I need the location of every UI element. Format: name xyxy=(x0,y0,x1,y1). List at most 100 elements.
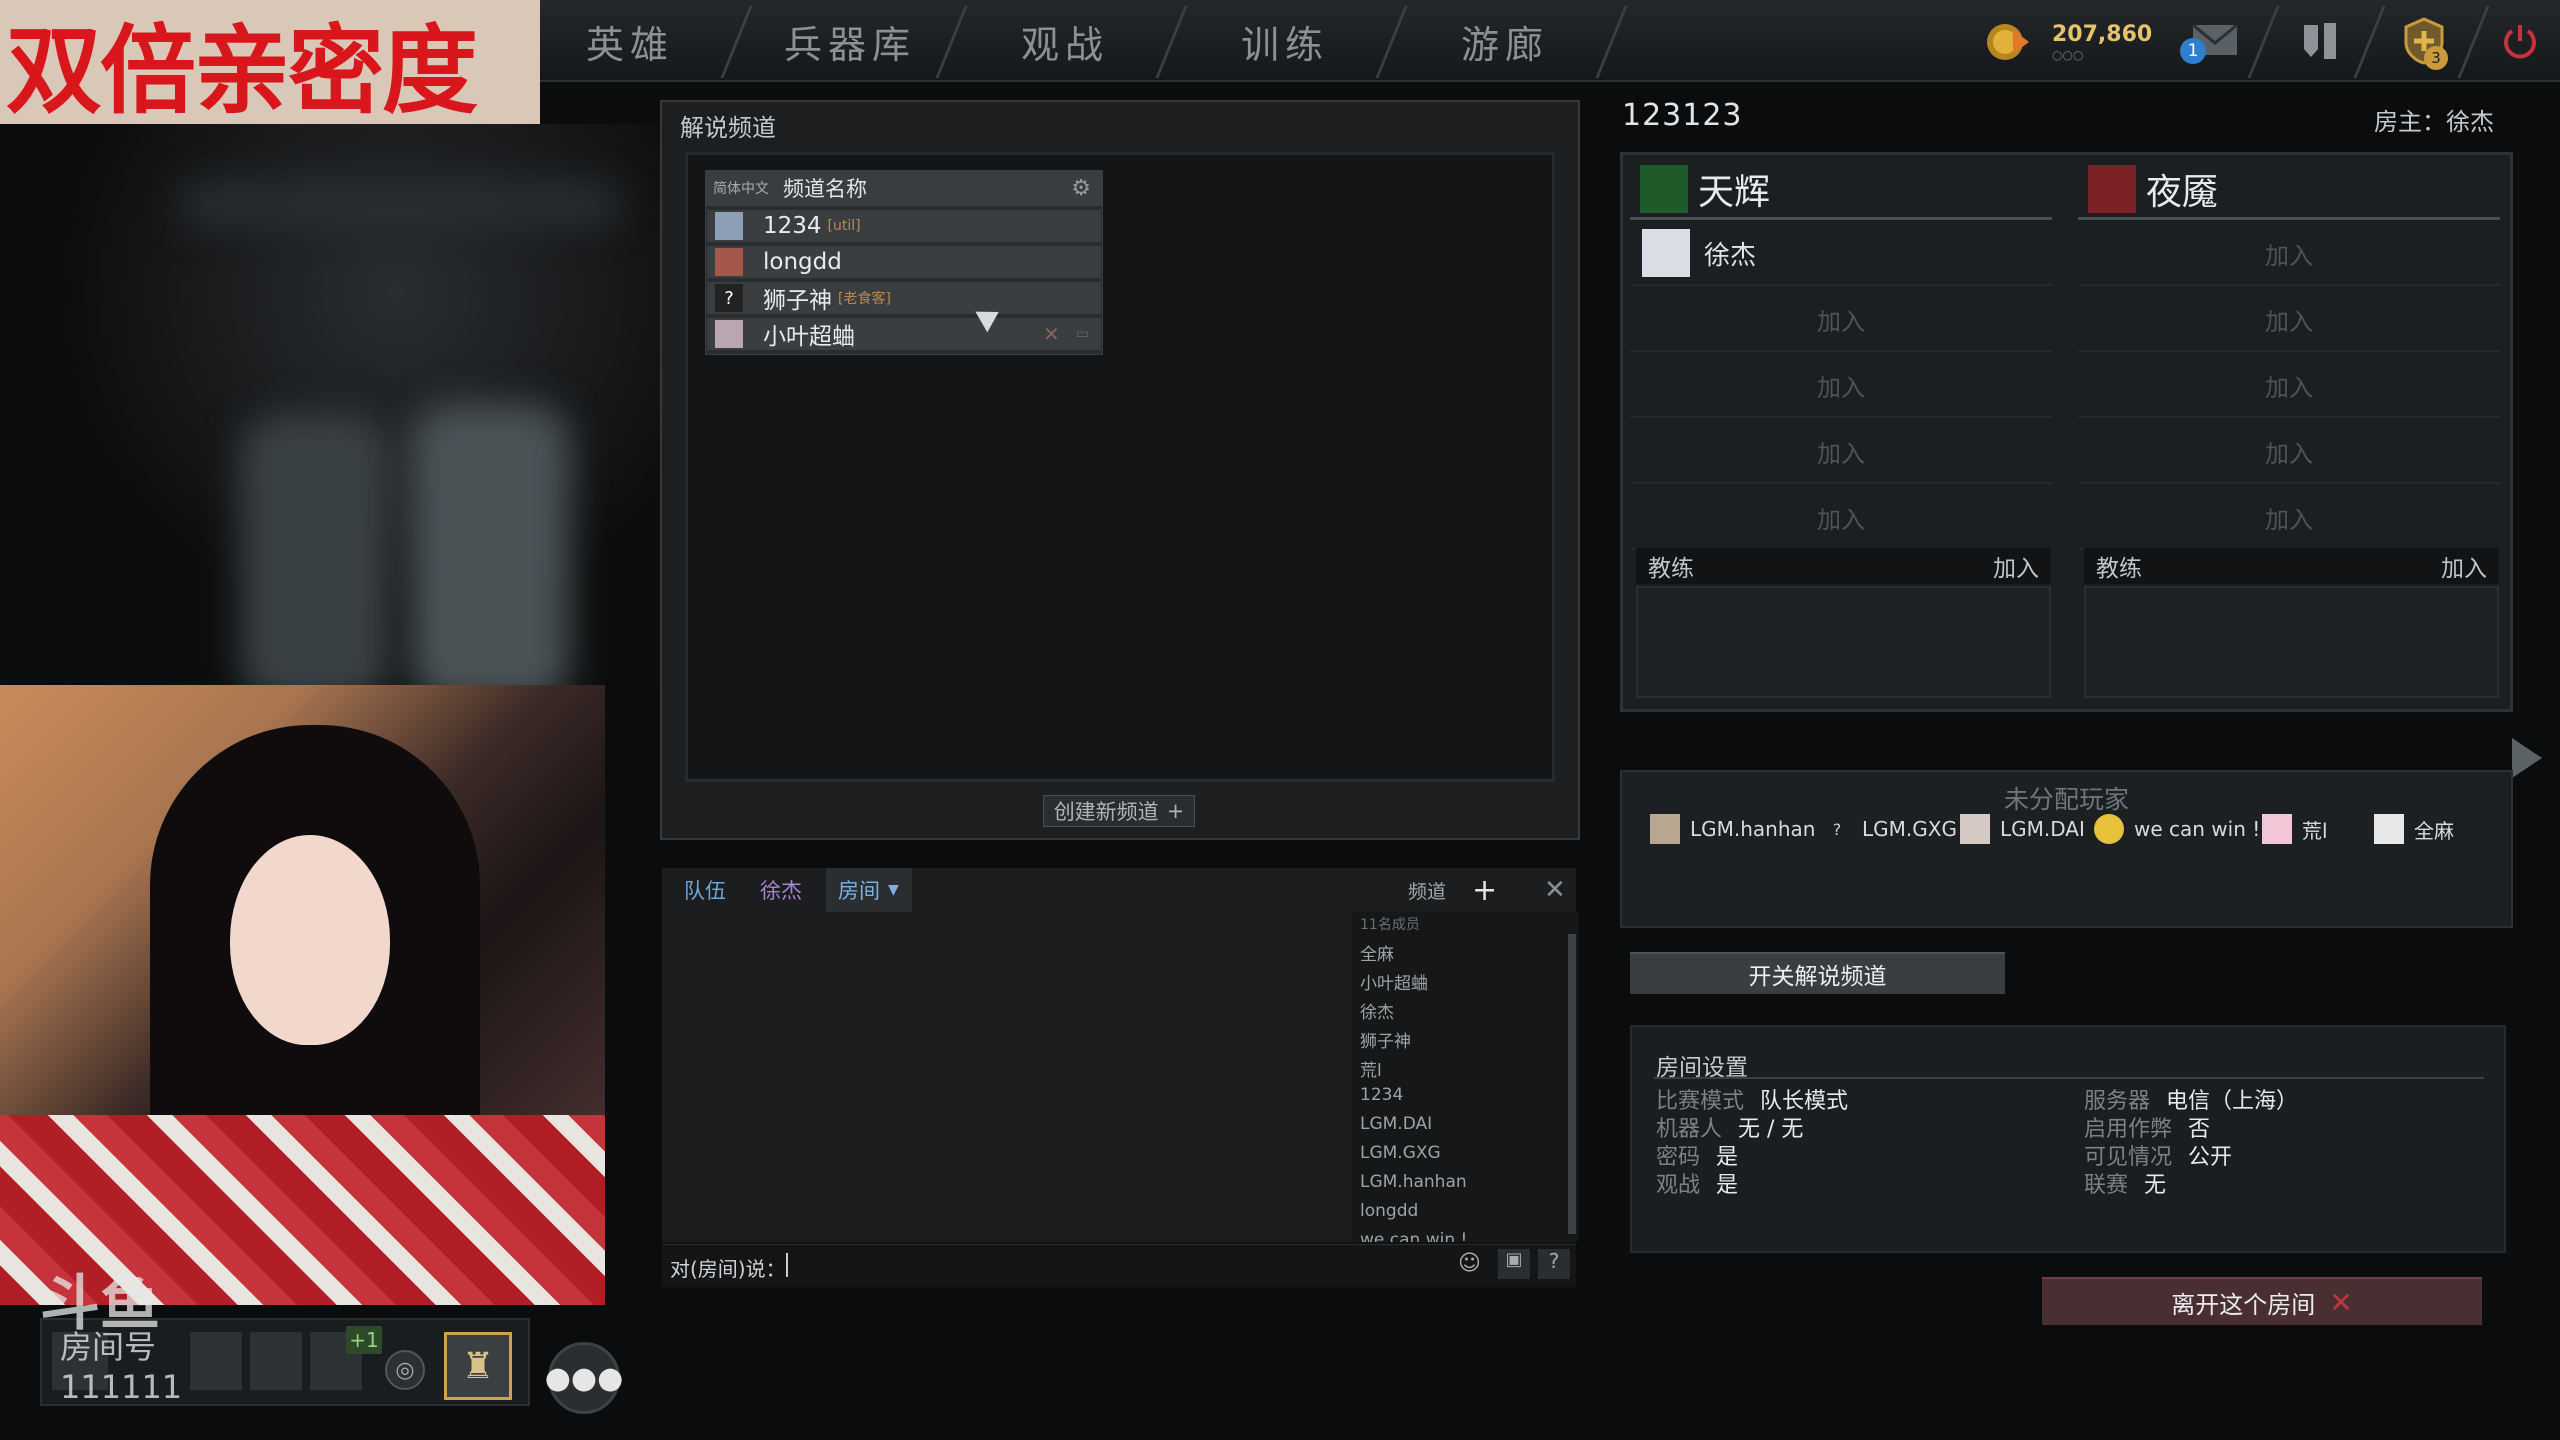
member-item[interactable]: LGM.DAI xyxy=(1360,1114,1432,1134)
unassigned-title: 未分配玩家 xyxy=(2003,785,2129,814)
channel-tag: [util] xyxy=(827,218,861,234)
member-item[interactable]: 徐杰 xyxy=(1360,998,1394,1023)
dire-join-slot[interactable]: 加入 xyxy=(2078,420,2500,484)
screenshot-icon[interactable]: ▣ xyxy=(1498,1249,1530,1279)
radiant-join-slot[interactable]: 加入 xyxy=(1630,486,2052,550)
channel-list-header: 简体中文 频道名称 ⚙ xyxy=(705,170,1103,206)
coach-join-button[interactable]: 加入 xyxy=(1993,549,2039,583)
unassigned-player[interactable]: LGM.hanhan xyxy=(1650,812,1815,846)
unassigned-player[interactable]: we can win ! xyxy=(2094,812,2260,846)
radiant-logo-icon xyxy=(1640,164,1688,213)
nav-tab-arcade[interactable]: 游廊 xyxy=(1415,0,1595,82)
player-avatar xyxy=(1650,814,1680,844)
nav-tab-heroes[interactable]: 英雄 xyxy=(540,0,720,82)
room-number: 111111 xyxy=(60,1368,183,1406)
remove-x-icon[interactable]: ✕ xyxy=(1043,322,1060,346)
setting-label: 观战 xyxy=(1656,1173,1701,1198)
party-slot-empty[interactable] xyxy=(250,1332,302,1390)
member-item[interactable]: 1234 xyxy=(1360,1085,1403,1105)
webcam-person-face xyxy=(230,835,390,1045)
setting-label: 机器人 xyxy=(1656,1117,1723,1142)
nav-tab-watch[interactable]: 观战 xyxy=(975,0,1155,82)
party-slot-empty[interactable] xyxy=(190,1332,242,1390)
setting-value: 无 / 无 xyxy=(1738,1117,1804,1142)
coach-label: 教练 xyxy=(1648,556,1694,582)
unassigned-player[interactable]: ? LGM.GXG xyxy=(1822,812,1957,846)
nav-tab-armory[interactable]: 兵器库 xyxy=(760,0,940,82)
unassigned-player[interactable]: LGM.DAI xyxy=(1960,812,2085,846)
member-item[interactable]: longdd xyxy=(1360,1201,1418,1221)
setting-league: 联赛无 xyxy=(2084,1167,2298,1198)
chat-tab-team[interactable]: 队伍 xyxy=(684,868,726,912)
setting-value: 电信（上海） xyxy=(2166,1089,2299,1114)
social-icon[interactable]: ●●● xyxy=(545,1342,623,1414)
dire-header: 夜魇 xyxy=(2078,160,2500,220)
player-avatar xyxy=(1960,814,1990,844)
radiant-join-slot[interactable]: 加入 xyxy=(1630,420,2052,484)
channel-label: 频道 xyxy=(1408,880,1447,903)
divider xyxy=(1654,1077,2484,1079)
radiant-join-slot[interactable]: 加入 xyxy=(1630,354,2052,418)
dire-join-slot[interactable]: 加入 xyxy=(2078,486,2500,550)
help-icon[interactable]: ? xyxy=(1538,1249,1570,1279)
play-arrow-icon[interactable] xyxy=(2512,738,2542,778)
member-item[interactable]: 全麻 xyxy=(1360,940,1394,965)
member-item[interactable]: 荒l xyxy=(1360,1056,1382,1081)
unassigned-player[interactable]: 全麻 xyxy=(2374,812,2454,846)
dire-join-slot[interactable]: 加入 xyxy=(2078,288,2500,352)
channel-row[interactable]: longdd xyxy=(707,244,1101,278)
member-list-scrollbar[interactable] xyxy=(1568,934,1576,1234)
chat-tab-room-label: 房间 xyxy=(838,879,880,903)
settings-right-column: 服务器 电信（上海） 启用作弊否 可见情况 公开 联赛无 xyxy=(2084,1083,2299,1198)
member-item[interactable]: 小叶超蛐 xyxy=(1360,969,1428,994)
armory-icon[interactable] xyxy=(2290,14,2350,68)
radiant-coach-slot xyxy=(1636,586,2051,698)
camera-icon[interactable]: ▭ xyxy=(1076,326,1089,342)
channel-row[interactable]: ? 狮子神 [老食客] xyxy=(707,280,1101,314)
create-channel-label: 创建新频道 xyxy=(1053,800,1159,824)
radiant-join-slot[interactable]: 加入 xyxy=(1630,288,2052,352)
setting-label: 可见情况 xyxy=(2084,1145,2173,1170)
member-item[interactable]: we can win ! xyxy=(1360,1230,1467,1242)
host-name: 徐杰 xyxy=(2446,108,2494,136)
radiant-slot-1[interactable]: 徐杰 xyxy=(1630,222,2052,286)
unknown-avatar-icon: ? xyxy=(715,284,743,312)
invite-plus-button[interactable]: +1 xyxy=(346,1326,382,1354)
channel-row[interactable]: 小叶超蛐 ✕ ▭ xyxy=(707,316,1101,350)
channel-row[interactable]: 1234 [util] xyxy=(707,208,1101,242)
create-channel-button[interactable]: 创建新频道 + xyxy=(1043,795,1195,827)
leave-room-button[interactable]: 离开这个房间 ✕ xyxy=(2042,1277,2482,1325)
setting-password: 密码是 xyxy=(1656,1139,1848,1170)
chat-tab-whisper[interactable]: 徐杰 xyxy=(760,868,802,912)
unassigned-player[interactable]: 荒l xyxy=(2262,812,2328,846)
player-avatar xyxy=(2374,814,2404,844)
room-label: 房间号 xyxy=(60,1328,157,1366)
blurred-text xyxy=(180,184,620,224)
nav-tab-learn[interactable]: 训练 xyxy=(1195,0,1375,82)
power-icon[interactable] xyxy=(2490,14,2550,68)
member-item[interactable]: LGM.hanhan xyxy=(1360,1172,1467,1192)
member-item[interactable]: LGM.GXG xyxy=(1360,1143,1441,1163)
add-channel-plus-icon[interactable]: + xyxy=(1472,868,1497,912)
setting-visibility: 可见情况 公开 xyxy=(2084,1139,2298,1170)
chat-input-bar[interactable]: 对(房间)说： ☺ ▣ ? xyxy=(662,1244,1576,1284)
rank-medal-icon[interactable]: ♜ xyxy=(444,1332,512,1400)
chat-tab-room[interactable]: 房间 ▼ xyxy=(826,868,912,912)
channel-name-header: 频道名称 xyxy=(783,177,867,201)
player-name: LGM.hanhan xyxy=(1690,817,1816,841)
plus-icon: + xyxy=(1166,799,1185,823)
close-chat-icon[interactable]: ✕ xyxy=(1544,868,1566,912)
channel-avatar xyxy=(715,248,743,276)
dire-join-slot[interactable]: 加入 xyxy=(2078,354,2500,418)
member-item[interactable]: 狮子神 xyxy=(1360,1027,1411,1052)
player-avatar xyxy=(2094,814,2124,844)
voice-chat-icon[interactable]: ◎ xyxy=(385,1350,425,1390)
chat-member-list[interactable]: 11名成员 全麻 小叶超蛐 徐杰 狮子神 荒l 1234 LGM.DAI LGM… xyxy=(1352,912,1578,1242)
coach-join-button[interactable]: 加入 xyxy=(2441,549,2487,583)
chevron-down-icon: ▼ xyxy=(888,882,899,898)
toggle-broadcast-button[interactable]: 开关解说频道 xyxy=(1630,952,2005,994)
coins-icon[interactable] xyxy=(1980,14,2036,68)
gear-icon[interactable]: ⚙ xyxy=(1071,176,1091,201)
dire-join-slot[interactable]: 加入 xyxy=(2078,222,2500,286)
emoji-icon[interactable]: ☺ xyxy=(1458,1251,1481,1276)
